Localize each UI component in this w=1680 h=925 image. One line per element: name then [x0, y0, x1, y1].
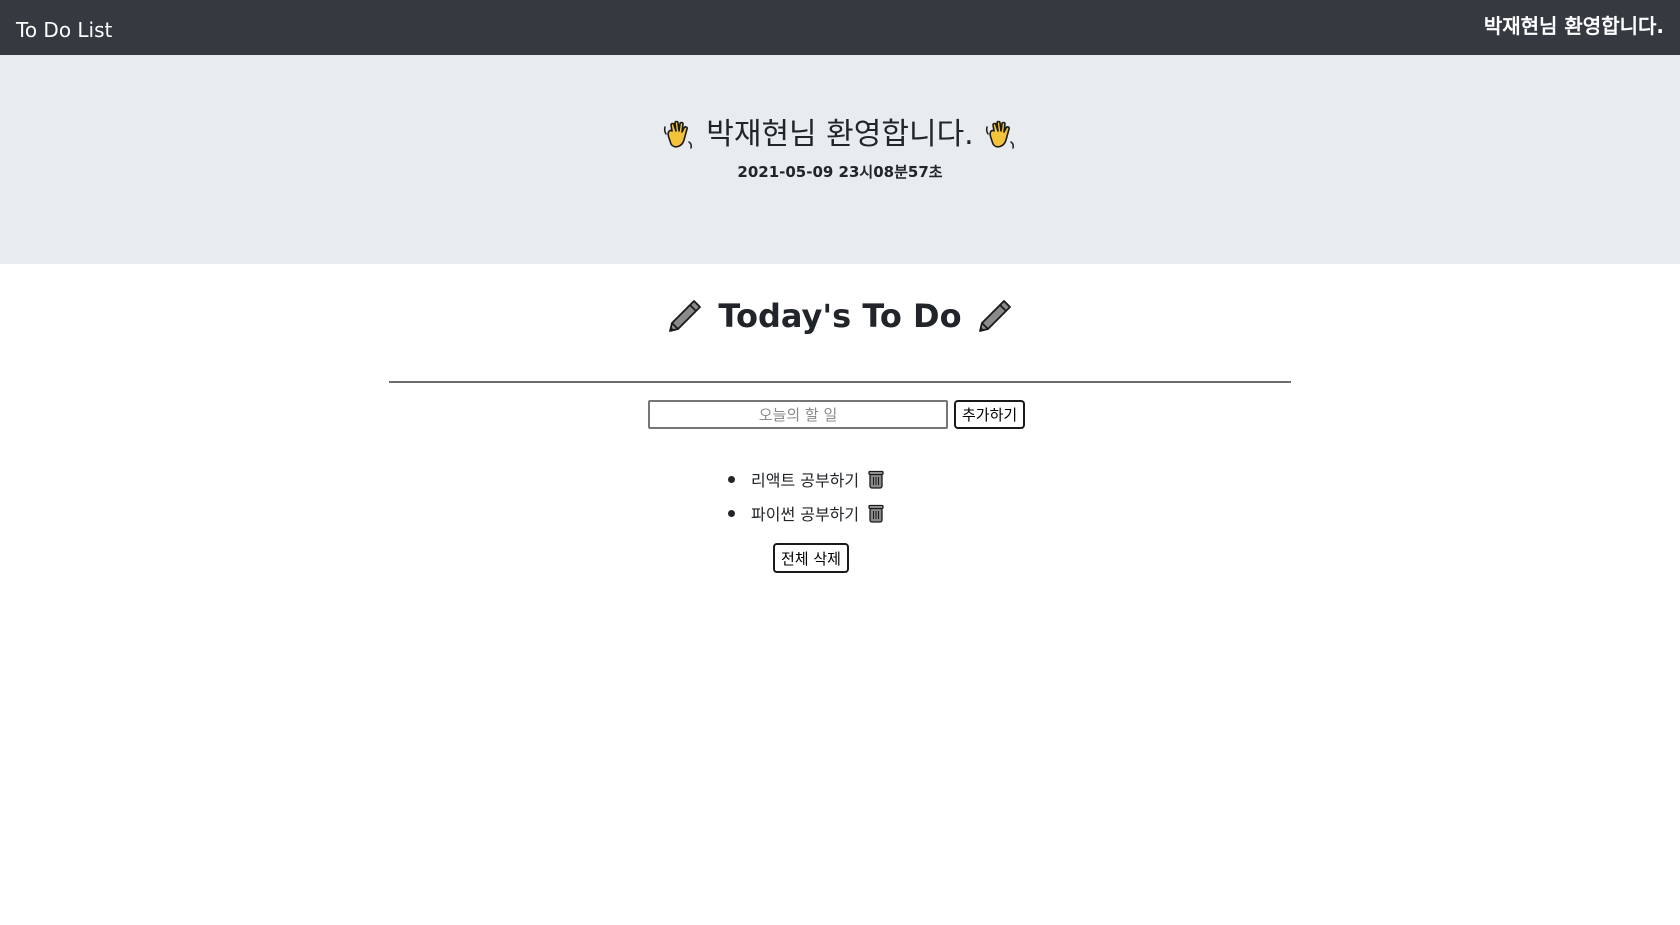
waving-hand-icon [664, 120, 693, 149]
section-divider [389, 381, 1291, 383]
welcome-heading-text: 박재현님 환영합니다. [706, 117, 974, 152]
todo-input[interactable] [648, 400, 948, 429]
bullet [728, 475, 735, 483]
list-item: 파이썬 공부하기 [728, 496, 885, 530]
todo-heading: Today's To Do [0, 294, 1680, 338]
trash-icon[interactable] [867, 503, 885, 523]
list-item: 리액트 공부하기 [728, 462, 885, 496]
top-navbar: To Do List 박재현님 환영합니다. [0, 0, 1680, 55]
waving-hand-icon [985, 120, 1014, 149]
todo-item-label: 파이썬 공부하기 [751, 505, 860, 524]
bullet [728, 509, 735, 517]
current-datetime: 2021-05-09 23시08분57초 [737, 163, 943, 181]
todo-item-label: 리액트 공부하기 [751, 471, 860, 490]
pencil-icon [669, 300, 702, 332]
todo-heading-text: Today's To Do [718, 297, 962, 335]
welcome-heading: 박재현님 환영합니다. [0, 115, 1680, 155]
trash-icon[interactable] [867, 469, 885, 489]
brand-link[interactable]: To Do List [16, 18, 112, 42]
pencil-icon [978, 300, 1011, 332]
todo-list: 리액트 공부하기 파이썬 공부하기 [728, 462, 885, 530]
clear-all-button[interactable]: 전체 삭제 [773, 543, 849, 573]
welcome-jumbotron: 박재현님 환영합니다. 2021-05-09 23시08분57초 [0, 55, 1680, 264]
add-button[interactable]: 추가하기 [954, 400, 1026, 429]
nav-greeting: 박재현님 환영합니다. [1483, 14, 1664, 38]
add-todo-form: 추가하기 [648, 400, 1026, 429]
